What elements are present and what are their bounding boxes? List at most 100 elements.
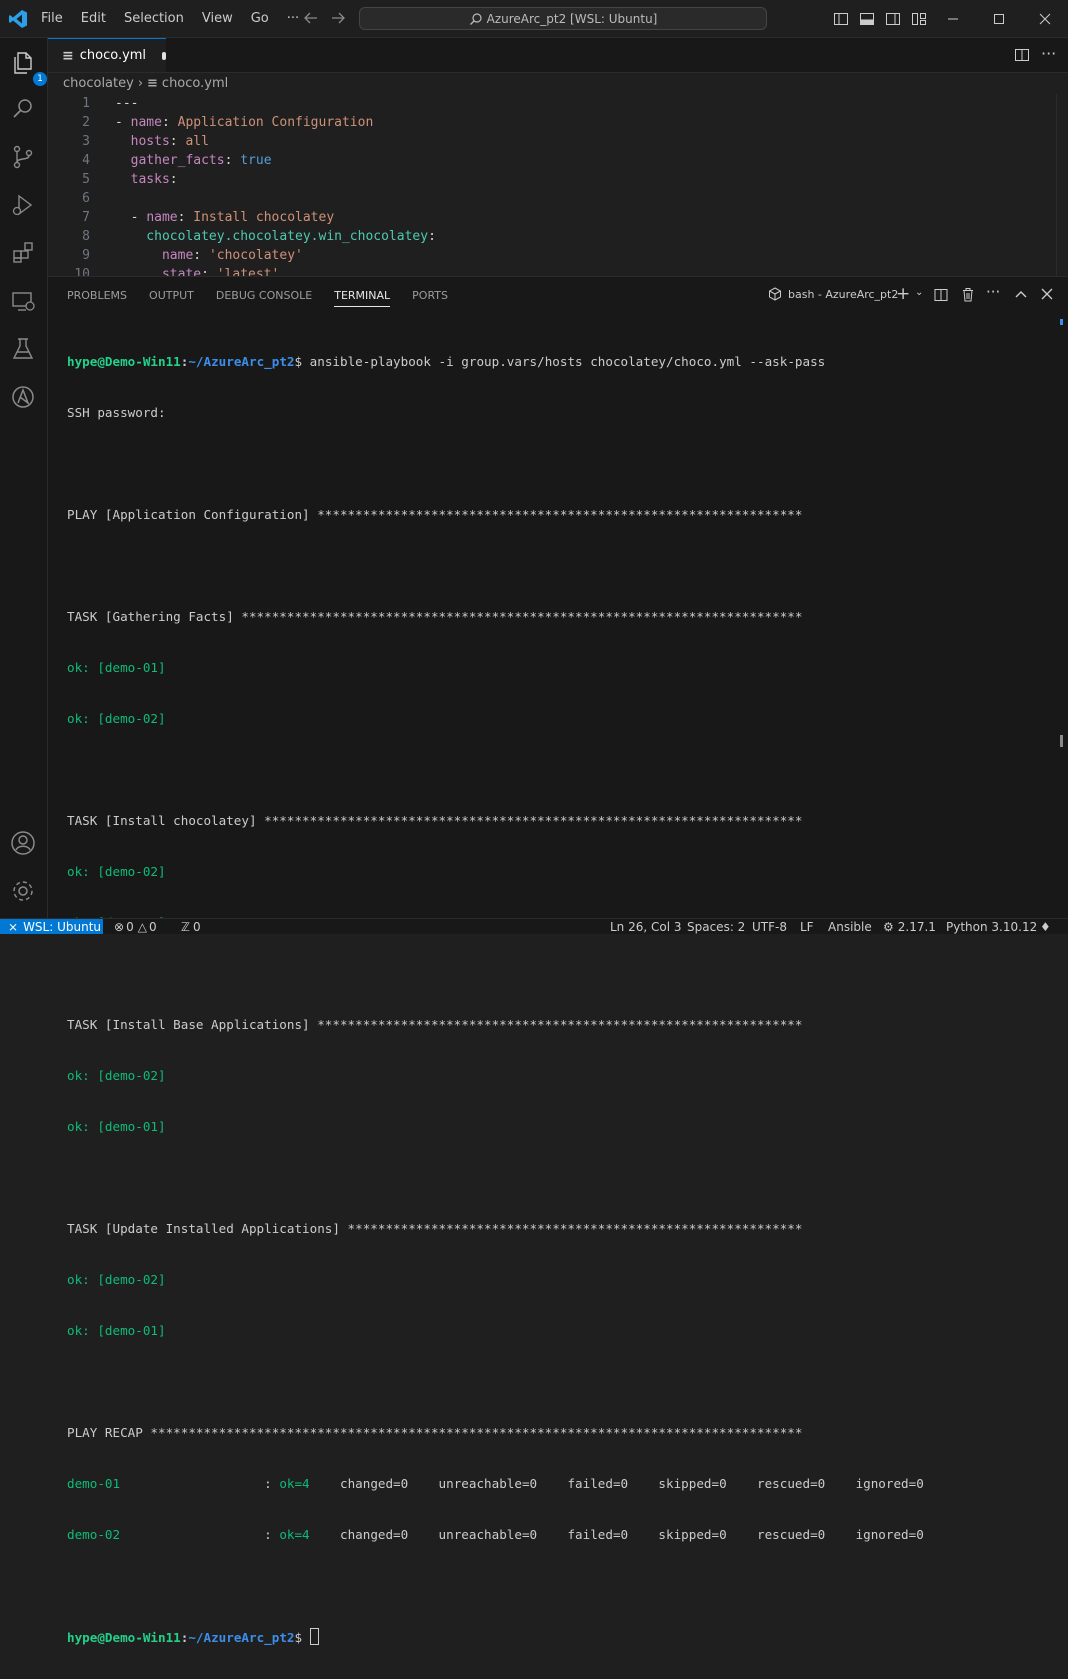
code-line: gather_facts: true bbox=[115, 153, 272, 168]
file-lines-icon: ≡ bbox=[62, 47, 74, 64]
terminal-selector[interactable]: bash - AzureArc_pt2 bbox=[768, 287, 898, 301]
tab-ports[interactable]: PORTS bbox=[412, 289, 448, 307]
bell-icon[interactable]: ♦ bbox=[1040, 919, 1051, 934]
new-terminal-icon[interactable]: + bbox=[896, 284, 910, 304]
menu-view[interactable]: View bbox=[193, 11, 242, 26]
status-bar: ⨯ WSL: Ubuntu ⊗ 0 △ 0 ℤ0 Ln 26, Col 3 Spac… bbox=[0, 918, 1068, 934]
tab-output[interactable]: OUTPUT bbox=[149, 289, 194, 307]
menu-file[interactable]: File bbox=[32, 11, 72, 26]
run-debug-button[interactable] bbox=[8, 190, 38, 220]
close-button[interactable] bbox=[1022, 0, 1068, 37]
trash-icon[interactable] bbox=[961, 287, 975, 302]
explorer-badge: 1 bbox=[33, 72, 47, 86]
line-number: 3 bbox=[82, 134, 90, 149]
problems-status[interactable]: ⊗ 0 △ 0 bbox=[114, 919, 157, 934]
unsaved-dot-icon[interactable] bbox=[162, 51, 166, 60]
line-number: 7 bbox=[82, 210, 90, 225]
terminal-line: PLAY [Application Configuration] *******… bbox=[67, 507, 803, 522]
menu-go[interactable]: Go bbox=[242, 11, 278, 26]
line-number: 4 bbox=[82, 153, 90, 168]
accounts-button[interactable] bbox=[8, 828, 38, 858]
breadcrumb: chocolatey › ≡ choco.yml bbox=[63, 75, 228, 91]
panel-tabs: PROBLEMS OUTPUT DEBUG CONSOLE TERMINAL P… bbox=[67, 289, 470, 307]
ansible-version[interactable]: ⚙ 2.17.1 bbox=[883, 919, 936, 934]
search-view-button[interactable] bbox=[8, 94, 38, 124]
warning-icon: △ bbox=[137, 919, 147, 934]
line-number: 1 bbox=[82, 96, 90, 111]
terminal-line: hype@Demo-Win11:~/AzureArc_pt2$ bbox=[67, 1628, 1057, 1645]
search-icon bbox=[469, 12, 482, 25]
code-line: hosts: all bbox=[115, 134, 209, 149]
remote-explorer-button[interactable] bbox=[8, 286, 38, 316]
forward-arrow-icon[interactable] bbox=[329, 9, 347, 27]
editor-tab-bar: ≡ choco.yml ··· bbox=[48, 38, 1068, 73]
terminal-line: ok: [demo-01] bbox=[67, 1119, 166, 1134]
terminal-command: ansible-playbook -i group.vars/hosts cho… bbox=[309, 354, 826, 369]
maximize-panel-icon[interactable] bbox=[1014, 288, 1028, 300]
encoding[interactable]: UTF-8 bbox=[752, 919, 787, 934]
terminal-output[interactable]: hype@Demo-Win11:~/AzureArc_pt2$ ansible-… bbox=[67, 319, 1057, 1679]
split-editor-icon[interactable] bbox=[1014, 47, 1030, 63]
terminal-line: TASK [Update Installed Applications] ***… bbox=[67, 1221, 803, 1236]
more-actions-icon[interactable]: ··· bbox=[1041, 44, 1056, 63]
close-panel-icon[interactable] bbox=[1041, 288, 1053, 300]
testing-button[interactable] bbox=[8, 334, 38, 364]
ansible-icon bbox=[12, 386, 34, 408]
remote-indicator[interactable]: ⨯ WSL: Ubuntu bbox=[0, 919, 103, 934]
toggle-panel-icon[interactable] bbox=[859, 11, 875, 27]
breadcrumb-file[interactable]: choco.yml bbox=[162, 76, 228, 91]
back-arrow-icon[interactable] bbox=[302, 9, 320, 27]
terminal-cube-icon bbox=[769, 287, 781, 301]
code-line: tasks: bbox=[115, 172, 178, 187]
tab-problems[interactable]: PROBLEMS bbox=[67, 289, 127, 307]
source-control-icon bbox=[13, 145, 33, 169]
minimize-button[interactable] bbox=[930, 0, 976, 37]
extensions-button[interactable] bbox=[8, 238, 38, 268]
recap-host: demo-02 bbox=[67, 1527, 121, 1542]
command-center-search[interactable]: AzureArc_pt2 [WSL: Ubuntu] bbox=[359, 7, 767, 30]
activity-bar: 1 bbox=[0, 38, 48, 918]
explorer-button[interactable]: 1 bbox=[8, 48, 47, 86]
file-lines-icon: ≡ bbox=[147, 75, 158, 91]
breadcrumb-folder[interactable]: chocolatey bbox=[63, 76, 134, 91]
customize-layout-icon[interactable] bbox=[911, 11, 927, 27]
chevron-down-icon[interactable]: ⌄ bbox=[915, 287, 923, 298]
ports-status[interactable]: ℤ0 bbox=[181, 919, 201, 934]
prompt-path: ~/AzureArc_pt2 bbox=[188, 1630, 295, 1645]
terminal-line: TASK [Install chocolatey] **************… bbox=[67, 813, 803, 828]
editor-scrollbar[interactable] bbox=[1056, 94, 1068, 276]
ansible-button[interactable] bbox=[8, 382, 38, 412]
terminal-line: SSH password: bbox=[67, 405, 166, 420]
terminal-scrollbar-thumb[interactable] bbox=[1060, 735, 1063, 747]
terminal-line: ok: [demo-02] bbox=[67, 864, 166, 879]
menu-selection[interactable]: Selection bbox=[115, 11, 193, 26]
tab-debug-console[interactable]: DEBUG CONSOLE bbox=[216, 289, 312, 307]
menu-edit[interactable]: Edit bbox=[72, 11, 115, 26]
terminal-line: TASK [Install Base Applications] *******… bbox=[67, 1017, 803, 1032]
bottom-panel: PROBLEMS OUTPUT DEBUG CONSOLE TERMINAL P… bbox=[48, 276, 1068, 1645]
toggle-secondary-sidebar-icon[interactable] bbox=[885, 11, 901, 27]
tab-choco-yml[interactable]: ≡ choco.yml bbox=[48, 38, 166, 72]
code-line: - name: Application Configuration bbox=[115, 115, 374, 130]
end-of-line[interactable]: LF bbox=[800, 919, 814, 934]
more-actions-icon[interactable]: ··· bbox=[986, 283, 1000, 301]
manage-button[interactable] bbox=[8, 876, 38, 906]
maximize-button[interactable] bbox=[976, 0, 1022, 37]
cursor-position[interactable]: Ln 26, Col 3 bbox=[610, 919, 682, 934]
python-version[interactable]: Python 3.10.12 bbox=[946, 919, 1037, 934]
recap-stats: changed=0 unreachable=0 failed=0 skipped… bbox=[309, 1476, 924, 1491]
split-terminal-icon[interactable] bbox=[934, 288, 948, 302]
terminal-line: PLAY RECAP *****************************… bbox=[67, 1425, 803, 1440]
language-mode[interactable]: Ansible bbox=[828, 919, 872, 934]
recap-stats: changed=0 unreachable=0 failed=0 skipped… bbox=[309, 1527, 924, 1542]
toggle-primary-sidebar-icon[interactable] bbox=[833, 11, 849, 27]
minimize-icon bbox=[948, 18, 958, 19]
source-control-button[interactable] bbox=[8, 142, 38, 172]
vscode-logo-icon bbox=[9, 10, 27, 28]
code-editor[interactable]: 1 2 3 4 5 6 7 8 9 10 --- - name: Applica… bbox=[48, 94, 1056, 276]
recap-separator: : bbox=[120, 1476, 280, 1491]
tab-terminal[interactable]: TERMINAL bbox=[334, 289, 391, 307]
indentation[interactable]: Spaces: 2 bbox=[687, 919, 745, 934]
